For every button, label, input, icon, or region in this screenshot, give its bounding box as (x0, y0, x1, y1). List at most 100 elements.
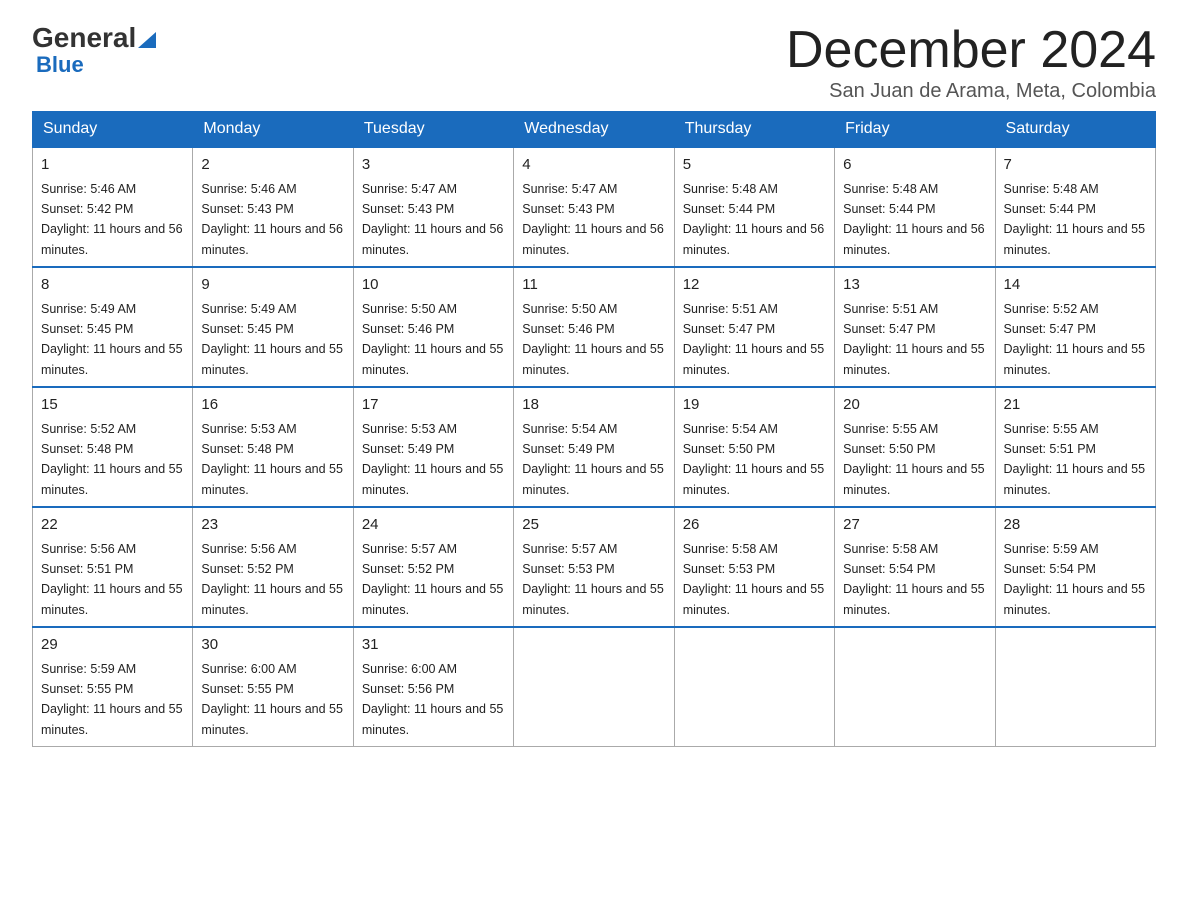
weekday-header-row: SundayMondayTuesdayWednesdayThursdayFrid… (33, 112, 1156, 148)
calendar-cell: 4 Sunrise: 5:47 AMSunset: 5:43 PMDayligh… (514, 147, 674, 267)
day-number: 24 (362, 514, 505, 537)
day-number: 22 (41, 514, 184, 537)
calendar-cell: 16 Sunrise: 5:53 AMSunset: 5:48 PMDaylig… (193, 387, 353, 507)
week-row-4: 22 Sunrise: 5:56 AMSunset: 5:51 PMDaylig… (33, 507, 1156, 627)
title-block: December 2024 San Juan de Arama, Meta, C… (786, 24, 1156, 103)
calendar-cell: 23 Sunrise: 5:56 AMSunset: 5:52 PMDaylig… (193, 507, 353, 627)
weekday-header-saturday: Saturday (995, 112, 1155, 148)
logo-general-text: General (32, 24, 156, 54)
calendar-cell: 1 Sunrise: 5:46 AMSunset: 5:42 PMDayligh… (33, 147, 193, 267)
day-info: Sunrise: 5:59 AMSunset: 5:54 PMDaylight:… (1004, 542, 1146, 617)
calendar-cell: 20 Sunrise: 5:55 AMSunset: 5:50 PMDaylig… (835, 387, 995, 507)
day-info: Sunrise: 5:58 AMSunset: 5:53 PMDaylight:… (683, 542, 825, 617)
day-info: Sunrise: 5:54 AMSunset: 5:49 PMDaylight:… (522, 422, 664, 497)
calendar-cell: 3 Sunrise: 5:47 AMSunset: 5:43 PMDayligh… (353, 147, 513, 267)
calendar-cell: 11 Sunrise: 5:50 AMSunset: 5:46 PMDaylig… (514, 267, 674, 387)
day-info: Sunrise: 5:46 AMSunset: 5:42 PMDaylight:… (41, 182, 183, 257)
day-info: Sunrise: 5:56 AMSunset: 5:51 PMDaylight:… (41, 542, 183, 617)
calendar-cell (835, 627, 995, 747)
day-number: 3 (362, 154, 505, 177)
calendar-cell: 2 Sunrise: 5:46 AMSunset: 5:43 PMDayligh… (193, 147, 353, 267)
day-number: 31 (362, 634, 505, 657)
day-info: Sunrise: 5:55 AMSunset: 5:51 PMDaylight:… (1004, 422, 1146, 497)
calendar-cell: 19 Sunrise: 5:54 AMSunset: 5:50 PMDaylig… (674, 387, 834, 507)
day-number: 19 (683, 394, 826, 417)
day-number: 27 (843, 514, 986, 537)
day-info: Sunrise: 5:51 AMSunset: 5:47 PMDaylight:… (843, 302, 985, 377)
logo-arrow (138, 26, 156, 54)
day-number: 14 (1004, 274, 1147, 297)
calendar-cell (674, 627, 834, 747)
day-info: Sunrise: 5:53 AMSunset: 5:48 PMDaylight:… (201, 422, 343, 497)
day-number: 26 (683, 514, 826, 537)
calendar-cell: 6 Sunrise: 5:48 AMSunset: 5:44 PMDayligh… (835, 147, 995, 267)
day-info: Sunrise: 5:46 AMSunset: 5:43 PMDaylight:… (201, 182, 343, 257)
calendar-cell: 9 Sunrise: 5:49 AMSunset: 5:45 PMDayligh… (193, 267, 353, 387)
day-number: 25 (522, 514, 665, 537)
calendar-cell: 26 Sunrise: 5:58 AMSunset: 5:53 PMDaylig… (674, 507, 834, 627)
day-info: Sunrise: 5:48 AMSunset: 5:44 PMDaylight:… (683, 182, 825, 257)
day-number: 8 (41, 274, 184, 297)
day-number: 5 (683, 154, 826, 177)
day-info: Sunrise: 5:50 AMSunset: 5:46 PMDaylight:… (522, 302, 664, 377)
day-number: 11 (522, 274, 665, 297)
week-row-3: 15 Sunrise: 5:52 AMSunset: 5:48 PMDaylig… (33, 387, 1156, 507)
calendar-cell: 25 Sunrise: 5:57 AMSunset: 5:53 PMDaylig… (514, 507, 674, 627)
day-number: 23 (201, 514, 344, 537)
calendar-cell: 5 Sunrise: 5:48 AMSunset: 5:44 PMDayligh… (674, 147, 834, 267)
day-number: 17 (362, 394, 505, 417)
weekday-header-monday: Monday (193, 112, 353, 148)
day-info: Sunrise: 5:58 AMSunset: 5:54 PMDaylight:… (843, 542, 985, 617)
month-title: December 2024 (786, 24, 1156, 76)
calendar-cell: 14 Sunrise: 5:52 AMSunset: 5:47 PMDaylig… (995, 267, 1155, 387)
day-info: Sunrise: 5:48 AMSunset: 5:44 PMDaylight:… (843, 182, 985, 257)
day-info: Sunrise: 6:00 AMSunset: 5:56 PMDaylight:… (362, 662, 504, 737)
day-number: 20 (843, 394, 986, 417)
day-info: Sunrise: 5:49 AMSunset: 5:45 PMDaylight:… (41, 302, 183, 377)
day-info: Sunrise: 5:52 AMSunset: 5:48 PMDaylight:… (41, 422, 183, 497)
day-number: 2 (201, 154, 344, 177)
calendar-cell: 12 Sunrise: 5:51 AMSunset: 5:47 PMDaylig… (674, 267, 834, 387)
calendar-cell: 31 Sunrise: 6:00 AMSunset: 5:56 PMDaylig… (353, 627, 513, 747)
calendar-cell: 13 Sunrise: 5:51 AMSunset: 5:47 PMDaylig… (835, 267, 995, 387)
day-number: 1 (41, 154, 184, 177)
calendar-cell: 27 Sunrise: 5:58 AMSunset: 5:54 PMDaylig… (835, 507, 995, 627)
day-number: 7 (1004, 154, 1147, 177)
day-info: Sunrise: 5:54 AMSunset: 5:50 PMDaylight:… (683, 422, 825, 497)
day-info: Sunrise: 6:00 AMSunset: 5:55 PMDaylight:… (201, 662, 343, 737)
weekday-header-friday: Friday (835, 112, 995, 148)
page: General Blue December 2024 San Juan de A… (0, 0, 1188, 771)
day-number: 15 (41, 394, 184, 417)
week-row-1: 1 Sunrise: 5:46 AMSunset: 5:42 PMDayligh… (33, 147, 1156, 267)
day-number: 30 (201, 634, 344, 657)
weekday-header-thursday: Thursday (674, 112, 834, 148)
day-number: 10 (362, 274, 505, 297)
day-number: 29 (41, 634, 184, 657)
day-info: Sunrise: 5:57 AMSunset: 5:52 PMDaylight:… (362, 542, 504, 617)
day-info: Sunrise: 5:47 AMSunset: 5:43 PMDaylight:… (362, 182, 504, 257)
day-info: Sunrise: 5:52 AMSunset: 5:47 PMDaylight:… (1004, 302, 1146, 377)
day-info: Sunrise: 5:51 AMSunset: 5:47 PMDaylight:… (683, 302, 825, 377)
calendar-cell: 10 Sunrise: 5:50 AMSunset: 5:46 PMDaylig… (353, 267, 513, 387)
day-number: 9 (201, 274, 344, 297)
week-row-2: 8 Sunrise: 5:49 AMSunset: 5:45 PMDayligh… (33, 267, 1156, 387)
weekday-header-wednesday: Wednesday (514, 112, 674, 148)
week-row-5: 29 Sunrise: 5:59 AMSunset: 5:55 PMDaylig… (33, 627, 1156, 747)
calendar-cell: 24 Sunrise: 5:57 AMSunset: 5:52 PMDaylig… (353, 507, 513, 627)
day-number: 16 (201, 394, 344, 417)
header: General Blue December 2024 San Juan de A… (32, 24, 1156, 103)
calendar-cell: 15 Sunrise: 5:52 AMSunset: 5:48 PMDaylig… (33, 387, 193, 507)
calendar-cell: 21 Sunrise: 5:55 AMSunset: 5:51 PMDaylig… (995, 387, 1155, 507)
day-number: 6 (843, 154, 986, 177)
weekday-header-sunday: Sunday (33, 112, 193, 148)
day-info: Sunrise: 5:49 AMSunset: 5:45 PMDaylight:… (201, 302, 343, 377)
calendar-cell: 7 Sunrise: 5:48 AMSunset: 5:44 PMDayligh… (995, 147, 1155, 267)
calendar-cell: 29 Sunrise: 5:59 AMSunset: 5:55 PMDaylig… (33, 627, 193, 747)
day-info: Sunrise: 5:59 AMSunset: 5:55 PMDaylight:… (41, 662, 183, 737)
day-info: Sunrise: 5:56 AMSunset: 5:52 PMDaylight:… (201, 542, 343, 617)
calendar-table: SundayMondayTuesdayWednesdayThursdayFrid… (32, 111, 1156, 747)
day-number: 21 (1004, 394, 1147, 417)
day-number: 13 (843, 274, 986, 297)
calendar-cell: 30 Sunrise: 6:00 AMSunset: 5:55 PMDaylig… (193, 627, 353, 747)
day-info: Sunrise: 5:47 AMSunset: 5:43 PMDaylight:… (522, 182, 664, 257)
